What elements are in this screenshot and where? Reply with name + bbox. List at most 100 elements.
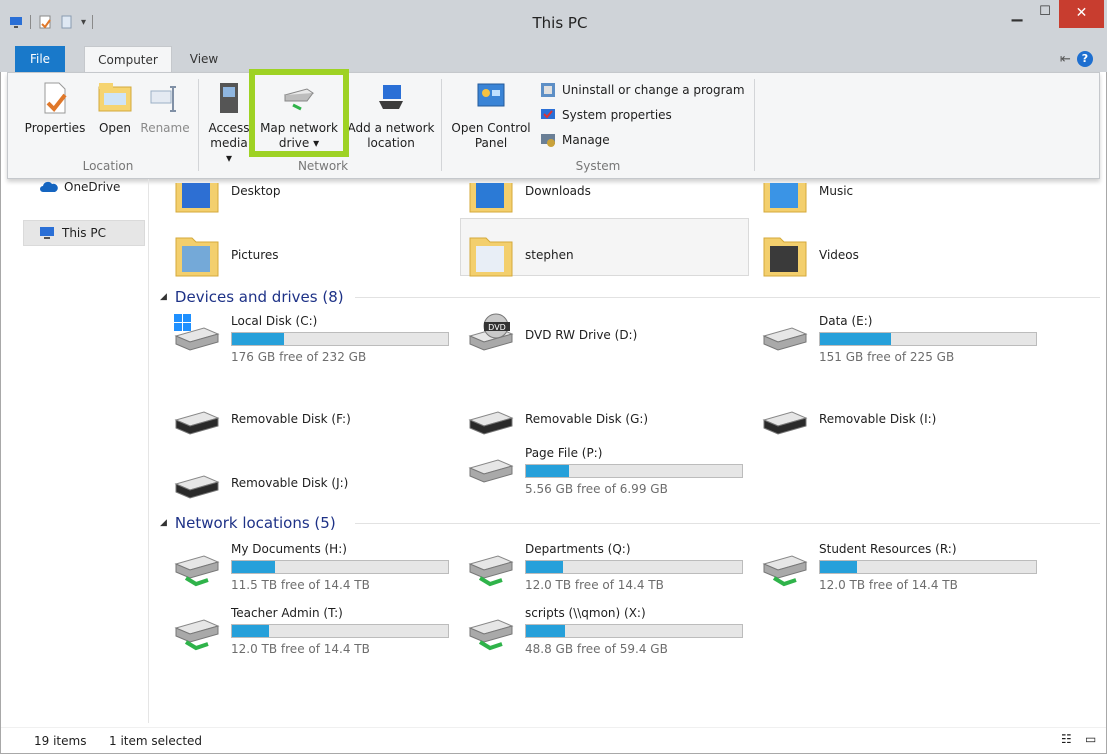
removable-disk-icon <box>174 411 220 435</box>
folder-item[interactable]: Desktop <box>172 168 452 216</box>
system-properties-label: System properties <box>562 108 672 122</box>
network-section-title: Network locations (5) <box>174 514 336 532</box>
this-pc-icon <box>40 227 54 239</box>
capacity-bar <box>819 332 1037 346</box>
network-drive-icon <box>762 555 808 587</box>
add-network-location-icon <box>379 85 403 109</box>
capacity-bar-fill <box>820 333 892 345</box>
uninstall-program-button[interactable]: Uninstall or change a program <box>539 80 745 100</box>
control-panel-icon <box>477 83 505 107</box>
hard-disk-icon <box>762 327 808 351</box>
hard-disk-icon <box>174 314 220 351</box>
free-space-text: 12.0 TB free of 14.4 TB <box>231 642 370 656</box>
collapse-triangle-icon[interactable]: ◢ <box>160 292 167 302</box>
add-network-location-button[interactable]: Add a network location <box>345 79 437 151</box>
properties-button[interactable]: Properties <box>22 79 88 136</box>
properties-label: Properties <box>24 121 86 135</box>
manage-label: Manage <box>562 133 610 147</box>
map-network-drive-button[interactable]: Map network drive ▾ <box>257 79 341 151</box>
system-properties-button[interactable]: System properties <box>539 105 672 125</box>
free-space-text: 12.0 TB free of 14.4 TB <box>525 578 664 592</box>
tab-view[interactable]: View <box>178 46 230 72</box>
help-icon[interactable]: ? <box>1076 51 1093 67</box>
free-space-text: 48.8 GB free of 59.4 GB <box>525 642 668 656</box>
drive-item[interactable]: Removable Disk (G:) <box>466 396 751 444</box>
folder-item[interactable]: Videos <box>760 232 1040 280</box>
uninstall-program-label: Uninstall or change a program <box>562 83 745 97</box>
access-media-icon <box>220 83 238 113</box>
devices-section-header[interactable]: ◢ Devices and drives (8) <box>160 288 1100 306</box>
group-separator <box>198 79 199 171</box>
folder-name: stephen <box>525 248 574 262</box>
folder-item[interactable]: Pictures <box>172 232 452 280</box>
drive-item[interactable]: Teacher Admin (T:) 12.0 TB free of 14.4 T… <box>172 604 457 656</box>
drive-name: Removable Disk (J:) <box>231 476 349 490</box>
close-button[interactable]: ✕ <box>1059 0 1104 28</box>
drive-item[interactable]: Data (E:) 151 GB free of 225 GB <box>760 312 1045 364</box>
group-separator <box>754 79 755 171</box>
rename-label: Rename <box>140 121 190 135</box>
open-control-panel-button[interactable]: Open Control Panel <box>446 79 536 151</box>
item-count: 19 items <box>34 734 87 748</box>
section-rule <box>355 297 1100 298</box>
nav-item-onedrive[interactable]: OneDrive <box>40 176 120 198</box>
nav-item-this-pc-content[interactable]: This PC <box>38 222 106 244</box>
maximize-button[interactable]: ☐ <box>1032 4 1058 24</box>
status-bar: 19 items 1 item selected ☷ ▭ <box>1 727 1106 753</box>
drive-item[interactable]: Removable Disk (I:) <box>760 396 1045 444</box>
videos-folder-icon <box>763 237 807 277</box>
drive-item[interactable]: My Documents (H:) 11.5 TB free of 14.4 TB <box>172 540 457 592</box>
tab-file[interactable]: File <box>15 46 65 72</box>
network-drive-icon <box>283 88 315 111</box>
capacity-bar <box>231 624 449 638</box>
system-properties-icon <box>541 109 555 119</box>
minimize-button[interactable]: ▁ <box>1004 6 1030 26</box>
drive-item[interactable]: scripts (\\qmon) (X:) 48.8 GB free of 59.… <box>466 604 751 656</box>
drive-item[interactable]: Local Disk (C:) 176 GB free of 232 GB <box>172 312 457 364</box>
free-space-text: 151 GB free of 225 GB <box>819 350 955 364</box>
removable-disk-icon <box>174 475 220 499</box>
capacity-bar-fill <box>526 465 570 477</box>
nav-item-label: This PC <box>62 226 106 240</box>
drive-name: scripts (\\qmon) (X:) <box>525 606 646 620</box>
drive-item[interactable]: DVD DVD RW Drive (D:) <box>466 312 751 360</box>
capacity-bar-fill <box>232 333 284 345</box>
collapse-triangle-icon[interactable]: ◢ <box>160 518 167 528</box>
user-folder-icon <box>469 237 513 277</box>
capacity-bar <box>819 560 1037 574</box>
network-drive-icon <box>174 555 220 587</box>
access-media-button[interactable]: Access media ▾ <box>206 79 252 166</box>
drive-item[interactable]: Student Resources (R:) 12.0 TB free of 14… <box>760 540 1045 592</box>
location-group-label: Location <box>82 159 134 173</box>
ribbon: Properties Open Rename Location Access m… <box>7 72 1100 179</box>
section-rule <box>355 523 1100 524</box>
dvd-drive-icon: DVD <box>468 313 514 351</box>
free-space-text: 11.5 TB free of 14.4 TB <box>231 578 370 592</box>
rename-button[interactable]: Rename <box>140 79 190 136</box>
drive-name: Teacher Admin (T:) <box>231 606 343 620</box>
drive-item[interactable]: Removable Disk (J:) <box>172 460 457 508</box>
manage-button[interactable]: Manage <box>539 130 610 150</box>
folder-item[interactable]: Downloads <box>466 168 746 216</box>
details-view-icon[interactable]: ☷ <box>1061 732 1072 746</box>
capacity-bar <box>525 560 743 574</box>
large-icons-view-icon[interactable]: ▭ <box>1085 732 1096 746</box>
open-button[interactable]: Open <box>93 79 137 136</box>
drive-item[interactable]: Departments (Q:) 12.0 TB free of 14.4 TB <box>466 540 751 592</box>
folder-item[interactable]: stephen <box>466 232 746 280</box>
folder-name: Downloads <box>525 184 591 198</box>
manage-icon <box>541 134 555 147</box>
folder-name: Music <box>819 184 854 198</box>
network-section-header[interactable]: ◢ Network locations (5) <box>160 514 1100 532</box>
rename-icon <box>150 86 176 112</box>
folder-item[interactable]: Music <box>760 168 1040 216</box>
drive-item[interactable]: Removable Disk (F:) <box>172 396 457 444</box>
network-drive-icon <box>468 619 514 651</box>
pin-ribbon-icon[interactable]: ⇤ <box>1060 52 1071 67</box>
capacity-bar-fill <box>526 561 563 573</box>
capacity-bar-fill <box>820 561 857 573</box>
drive-item[interactable]: Page File (P:) 5.56 GB free of 6.99 GB <box>466 444 751 496</box>
capacity-bar-fill <box>232 561 276 573</box>
nav-item-label: OneDrive <box>64 180 121 194</box>
tab-computer[interactable]: Computer <box>84 46 172 73</box>
